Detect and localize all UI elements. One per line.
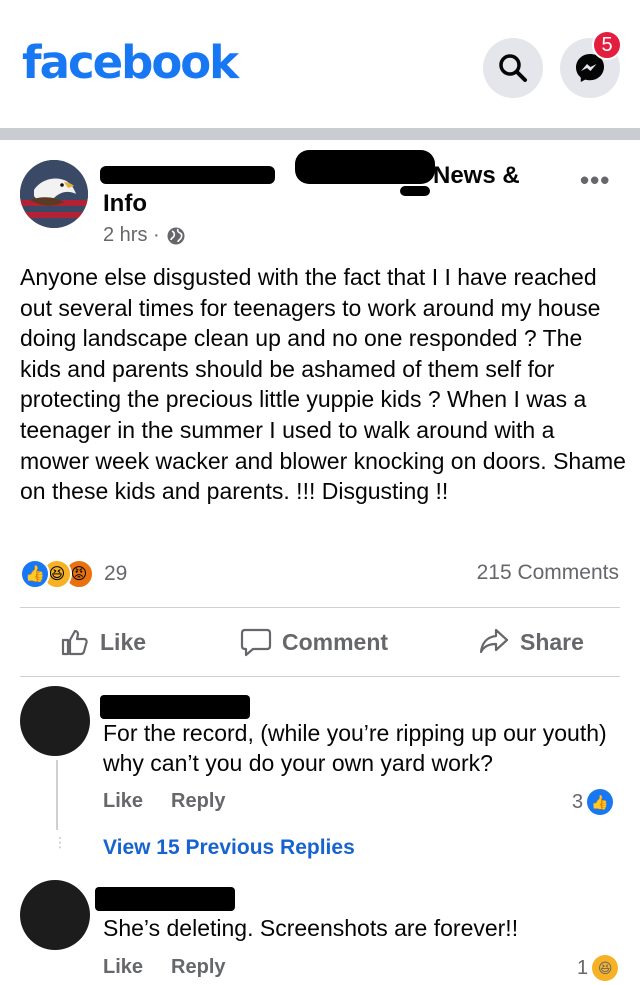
comment-reaction-count: 1 — [577, 956, 589, 979]
like-label: Like — [100, 628, 147, 655]
reaction-summary[interactable]: 👍 😆 😡 29 — [20, 559, 127, 589]
view-previous-replies-link[interactable]: View 15 Previous Replies — [103, 836, 355, 860]
facebook-logo[interactable]: facebook — [22, 36, 239, 89]
page-avatar[interactable] — [20, 160, 88, 228]
thread-dots: ⋮ — [53, 834, 67, 850]
redacted-commenter-name — [100, 695, 250, 719]
comment-actions: Like Reply — [103, 956, 226, 979]
comment-text: For the record, (while you’re ripping up… — [103, 720, 607, 776]
messenger-badge: 5 — [592, 30, 622, 60]
feed-separator — [0, 128, 640, 140]
more-options-icon[interactable]: ••• — [580, 165, 610, 196]
comment-bubble-icon — [240, 628, 272, 657]
comment-reply-button[interactable]: Reply — [171, 956, 225, 979]
page-name-info[interactable]: Info — [103, 190, 147, 218]
post-time[interactable]: 2 hrs · — [103, 224, 160, 247]
share-arrow-icon — [479, 628, 509, 654]
comment-like-button[interactable]: Like — [103, 790, 143, 813]
post-meta: 2 hrs · — [103, 224, 186, 247]
eagle-flag-image — [20, 160, 88, 228]
search-button[interactable] — [483, 38, 543, 98]
share-button[interactable]: Share — [478, 622, 584, 662]
search-icon — [499, 54, 527, 82]
divider — [20, 607, 620, 608]
like-icon: 👍 — [587, 789, 614, 815]
comment-like-button[interactable]: Like — [103, 956, 143, 979]
commenter-avatar[interactable] — [20, 686, 90, 756]
post-body: Anyone else disgusted with the fact that… — [20, 264, 626, 505]
like-button[interactable]: Like — [60, 622, 146, 662]
divider — [20, 676, 620, 677]
comment-reaction-count: 3 — [572, 790, 584, 813]
redacted-commenter-name — [95, 887, 235, 911]
like-reaction-icon: 👍 — [20, 559, 50, 589]
top-bar: facebook 5 — [0, 0, 640, 128]
haha-icon: 😆 — [592, 955, 619, 981]
comment-actions: Like Reply — [103, 790, 226, 813]
comment-reply-button[interactable]: Reply — [171, 790, 225, 813]
thread-line — [56, 760, 58, 830]
globe-icon — [167, 227, 185, 244]
commenter-avatar[interactable] — [20, 880, 90, 950]
comment-count[interactable]: 215 Comments — [477, 561, 619, 585]
thumbs-up-icon — [61, 629, 88, 656]
comment-button[interactable]: Comment — [240, 622, 388, 662]
page-name-suffix: News & — [433, 162, 520, 189]
share-label: Share — [520, 628, 584, 655]
comment-reactions[interactable]: 1 😆 — [577, 955, 619, 981]
reaction-count: 29 — [104, 562, 128, 585]
comment-text: She’s deleting. Screenshots are forever!… — [103, 915, 519, 941]
comment-label: Comment — [282, 628, 389, 655]
post-author-line[interactable]: News & — [103, 162, 543, 190]
comment-reactions[interactable]: 3 👍 — [572, 789, 614, 815]
